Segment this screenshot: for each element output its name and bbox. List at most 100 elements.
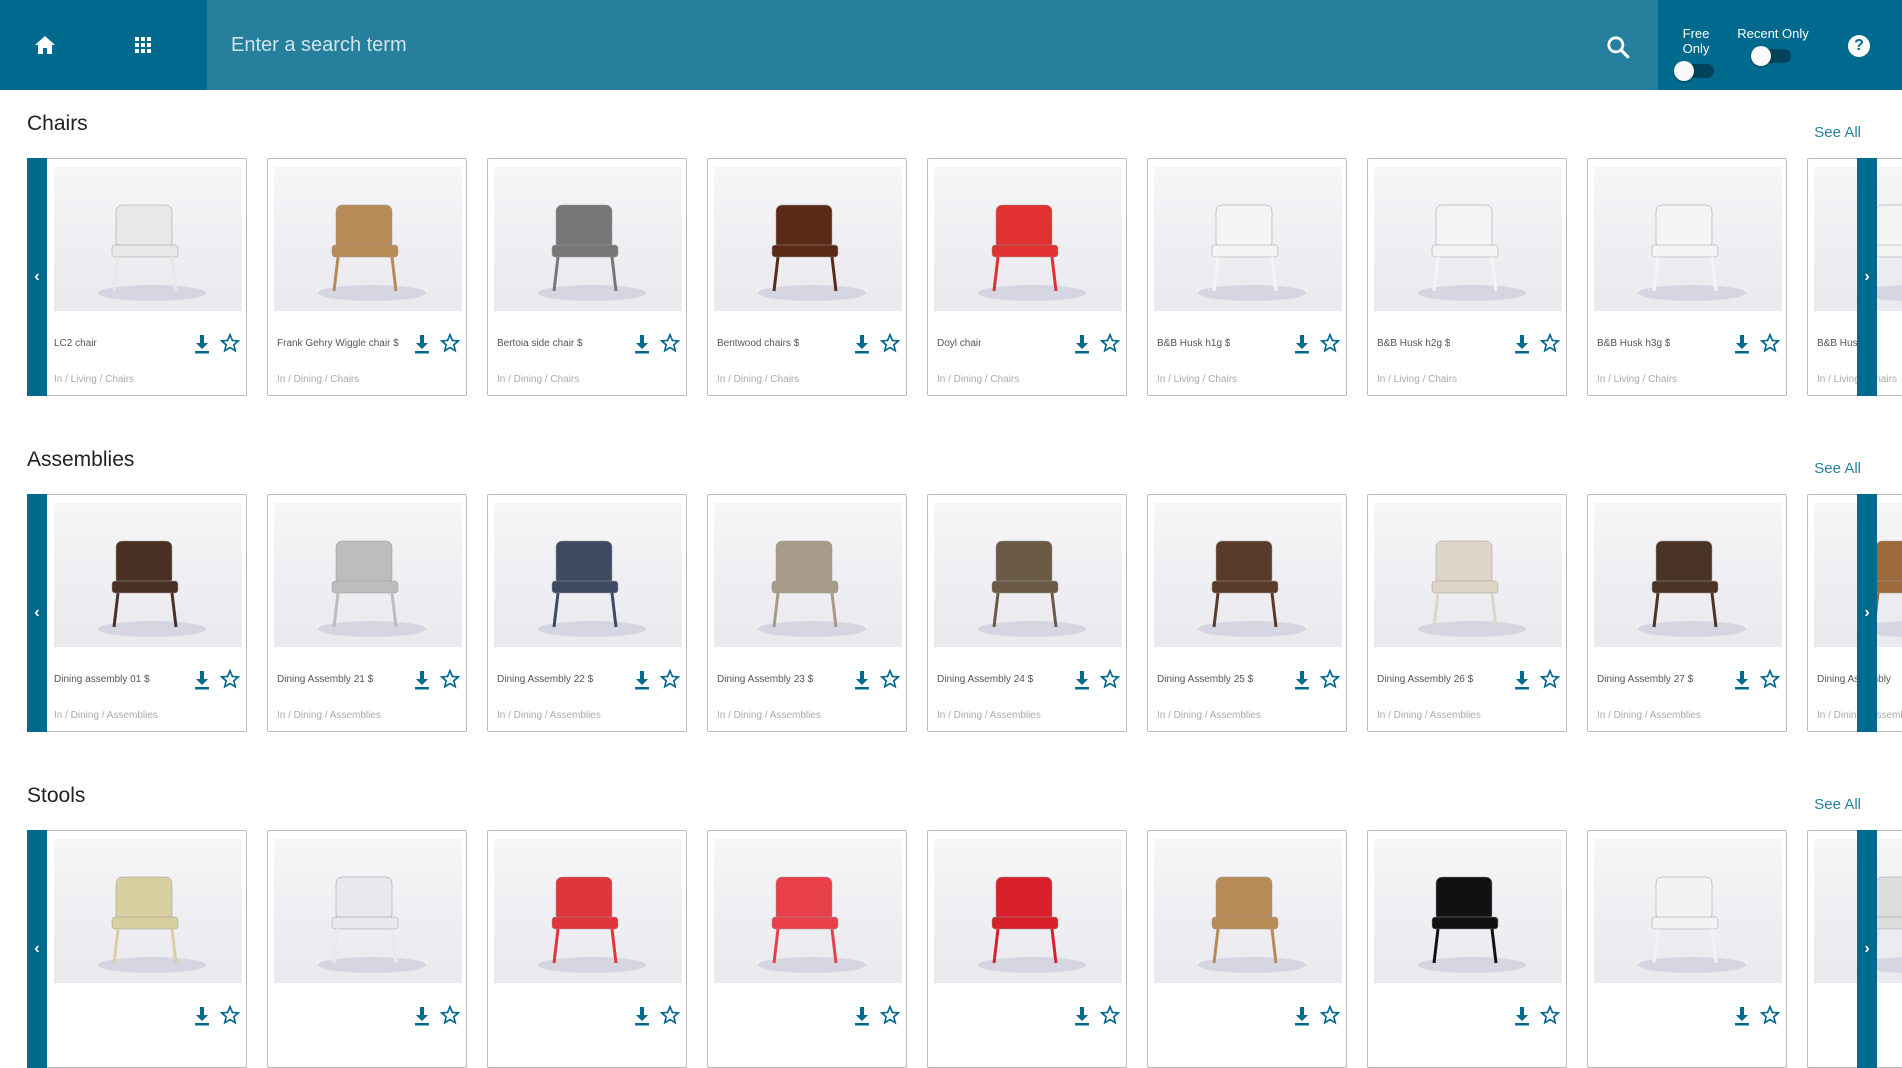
recent-only-toggle[interactable] (1751, 46, 1791, 66)
product-thumbnail (1154, 503, 1342, 647)
product-card[interactable] (1807, 830, 1902, 1068)
assemblies-carousel: ‹ › Dining assembly 01 $ In / Dining / As… (0, 494, 1902, 732)
see-all-assemblies-link[interactable]: See All (1814, 460, 1861, 477)
see-all-stools-link[interactable]: See All (1814, 796, 1861, 813)
star-icon[interactable] (220, 669, 240, 689)
star-icon[interactable] (880, 669, 900, 689)
download-icon[interactable] (1293, 670, 1311, 690)
carousel-prev-button[interactable]: ‹ (27, 494, 47, 732)
download-icon[interactable] (1733, 670, 1751, 690)
download-icon[interactable] (413, 1006, 431, 1026)
download-icon[interactable] (853, 670, 871, 690)
product-card[interactable]: Dining Assembly 24 $ In / Dining / Assem… (927, 494, 1127, 732)
product-card[interactable]: B&B Husk In / Living / Chairs (1807, 158, 1902, 396)
product-card[interactable]: Dining assembly 01 $ In / Dining / Assem… (27, 494, 247, 732)
download-icon[interactable] (1733, 1006, 1751, 1026)
star-icon[interactable] (660, 333, 680, 353)
product-card[interactable] (1367, 830, 1567, 1068)
see-all-chairs-link[interactable]: See All (1814, 124, 1861, 141)
download-icon[interactable] (193, 334, 211, 354)
star-icon[interactable] (660, 1005, 680, 1025)
product-card[interactable]: B&B Husk h2g $ In / Living / Chairs (1367, 158, 1567, 396)
star-icon[interactable] (1540, 1005, 1560, 1025)
download-icon[interactable] (413, 334, 431, 354)
product-card[interactable] (267, 830, 467, 1068)
product-name: Dining Assembly 25 $ (1157, 674, 1254, 685)
product-card[interactable] (27, 830, 247, 1068)
product-category: In / Dining / Assemblies (717, 710, 821, 721)
search-input[interactable] (231, 28, 1531, 62)
product-card[interactable]: Dining Assembly In / Dining / Assemblies (1807, 494, 1902, 732)
star-icon[interactable] (220, 333, 240, 353)
recent-only-filter: Recent Only (1733, 26, 1813, 66)
star-icon[interactable] (1540, 333, 1560, 353)
product-card[interactable] (707, 830, 907, 1068)
star-icon[interactable] (1760, 669, 1780, 689)
star-icon[interactable] (1760, 333, 1780, 353)
download-icon[interactable] (1293, 1006, 1311, 1026)
search-icon[interactable] (1605, 34, 1631, 60)
product-card[interactable]: Dining Assembly 27 $ In / Dining / Assem… (1587, 494, 1787, 732)
product-card[interactable]: Doyl chair In / Dining / Chairs (927, 158, 1127, 396)
star-icon[interactable] (1320, 333, 1340, 353)
download-icon[interactable] (1513, 334, 1531, 354)
product-card[interactable]: Dining Assembly 25 $ In / Dining / Assem… (1147, 494, 1347, 732)
download-icon[interactable] (1073, 670, 1091, 690)
download-icon[interactable] (633, 334, 651, 354)
download-icon[interactable] (853, 334, 871, 354)
download-icon[interactable] (1073, 1006, 1091, 1026)
star-icon[interactable] (440, 1005, 460, 1025)
star-icon[interactable] (1100, 333, 1120, 353)
product-card[interactable]: Bentwood chairs $ In / Dining / Chairs (707, 158, 907, 396)
help-icon[interactable]: ? (1848, 35, 1870, 57)
product-card[interactable]: Dining Assembly 23 $ In / Dining / Assem… (707, 494, 907, 732)
product-card[interactable]: LC2 chair In / Living / Chairs (27, 158, 247, 396)
carousel-next-button[interactable]: › (1857, 494, 1877, 732)
star-icon[interactable] (660, 669, 680, 689)
carousel-next-button[interactable]: › (1857, 158, 1877, 396)
product-card[interactable] (1587, 830, 1787, 1068)
grid-icon[interactable] (131, 33, 155, 57)
download-icon[interactable] (633, 670, 651, 690)
star-icon[interactable] (220, 1005, 240, 1025)
carousel-prev-button[interactable]: ‹ (27, 158, 47, 396)
carousel-next-button[interactable]: › (1857, 830, 1877, 1068)
download-icon[interactable] (1733, 334, 1751, 354)
product-category: In / Dining / Assemblies (54, 710, 158, 721)
download-icon[interactable] (193, 1006, 211, 1026)
product-card[interactable]: B&B Husk h1g $ In / Living / Chairs (1147, 158, 1347, 396)
download-icon[interactable] (193, 670, 211, 690)
star-icon[interactable] (440, 333, 460, 353)
star-icon[interactable] (1320, 669, 1340, 689)
product-card[interactable]: Dining Assembly 21 $ In / Dining / Assem… (267, 494, 467, 732)
product-card[interactable]: Dining Assembly 22 $ In / Dining / Assem… (487, 494, 687, 732)
home-icon[interactable] (33, 33, 57, 57)
product-name: LC2 chair (54, 338, 97, 349)
download-icon[interactable] (853, 1006, 871, 1026)
download-icon[interactable] (1513, 670, 1531, 690)
star-icon[interactable] (440, 669, 460, 689)
download-icon[interactable] (1513, 1006, 1531, 1026)
free-only-toggle[interactable] (1674, 61, 1714, 81)
product-card[interactable]: Frank Gehry Wiggle chair $ In / Dining /… (267, 158, 467, 396)
download-icon[interactable] (1073, 334, 1091, 354)
product-card[interactable]: Dining Assembly 26 $ In / Dining / Assem… (1367, 494, 1567, 732)
star-icon[interactable] (1100, 669, 1120, 689)
product-card[interactable] (1147, 830, 1347, 1068)
carousel-prev-button[interactable]: ‹ (27, 830, 47, 1068)
star-icon[interactable] (1760, 1005, 1780, 1025)
product-thumbnail (934, 503, 1122, 647)
star-icon[interactable] (880, 1005, 900, 1025)
product-category: In / Dining / Chairs (277, 374, 360, 385)
product-card[interactable]: B&B Husk h3g $ In / Living / Chairs (1587, 158, 1787, 396)
star-icon[interactable] (1540, 669, 1560, 689)
download-icon[interactable] (413, 670, 431, 690)
product-card[interactable]: Bertoia side chair $ In / Dining / Chair… (487, 158, 687, 396)
star-icon[interactable] (1100, 1005, 1120, 1025)
star-icon[interactable] (880, 333, 900, 353)
download-icon[interactable] (633, 1006, 651, 1026)
download-icon[interactable] (1293, 334, 1311, 354)
product-card[interactable] (487, 830, 687, 1068)
product-card[interactable] (927, 830, 1127, 1068)
star-icon[interactable] (1320, 1005, 1340, 1025)
